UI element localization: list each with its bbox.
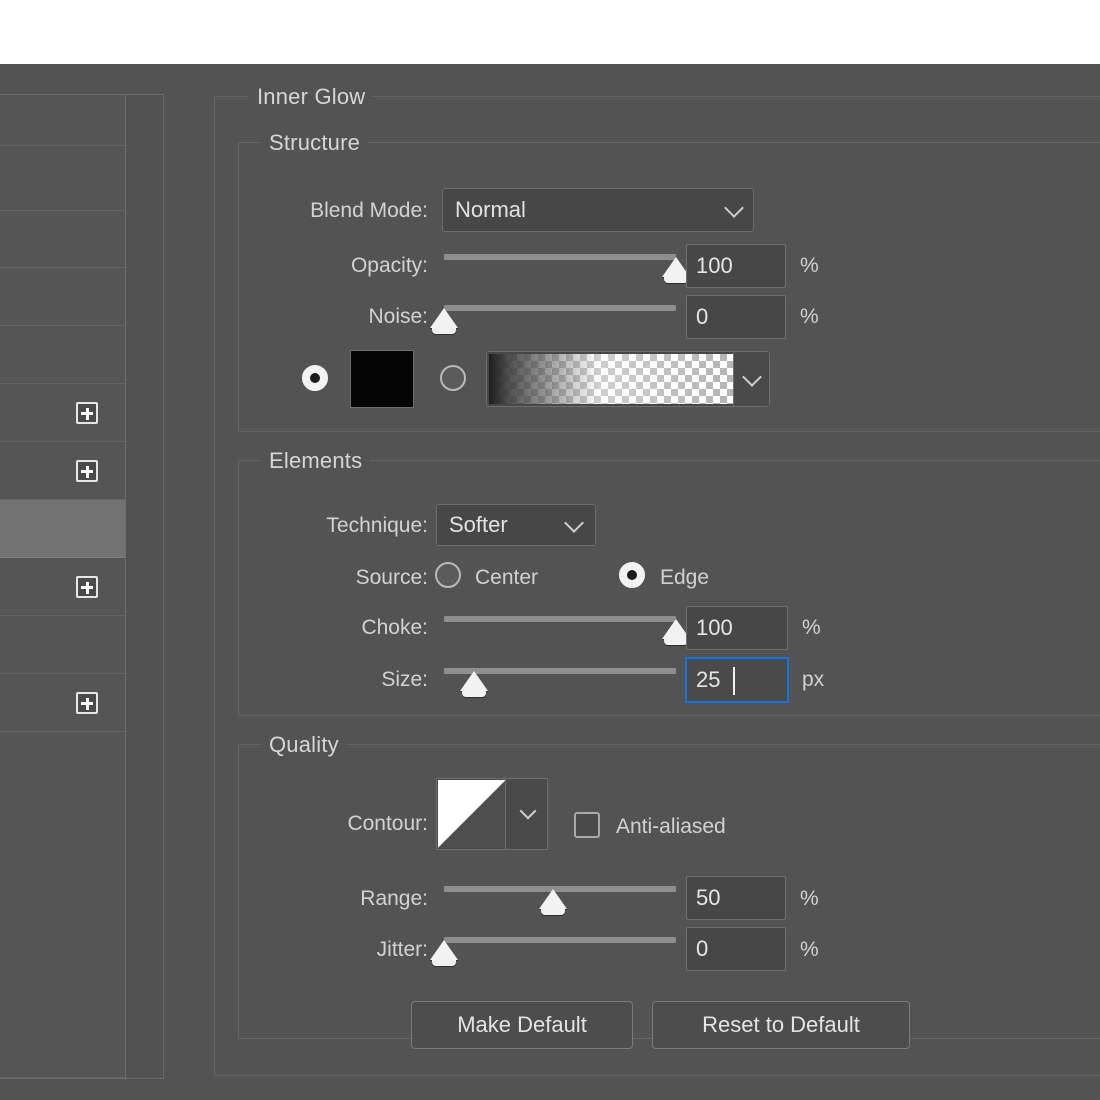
opacity-slider[interactable]: [444, 254, 676, 280]
range-value: 50: [696, 887, 720, 909]
opacity-unit: %: [800, 255, 819, 276]
styles-list-item[interactable]: [0, 211, 126, 268]
chevron-down-icon: [520, 803, 537, 820]
styles-list-item[interactable]: [0, 268, 126, 326]
add-effect-plus-icon[interactable]: [76, 692, 98, 714]
source-label: Source:: [216, 567, 428, 588]
gradient-picker[interactable]: [486, 351, 770, 407]
noise-slider[interactable]: [444, 305, 676, 331]
blend-mode-label: Blend Mode:: [216, 200, 428, 221]
styles-list-item[interactable]: [0, 674, 126, 732]
add-effect-plus-icon[interactable]: [76, 576, 98, 598]
chevron-down-icon: [564, 513, 584, 533]
styles-list-panel: [0, 94, 164, 1079]
add-effect-plus-icon[interactable]: [76, 402, 98, 424]
effect-settings-content: Inner Glow Structure Blend Mode: Normal …: [186, 64, 1100, 1100]
glow-color-swatch[interactable]: [350, 350, 414, 408]
size-label: Size:: [216, 669, 428, 690]
styles-list-scroll-area[interactable]: [126, 95, 163, 1078]
styles-list-item[interactable]: [0, 500, 126, 558]
size-field[interactable]: 25: [685, 657, 789, 703]
technique-label: Technique:: [216, 515, 428, 536]
opacity-field[interactable]: 100: [686, 244, 786, 288]
choke-field[interactable]: 100: [686, 606, 788, 650]
size-unit: px: [802, 669, 824, 690]
styles-list-item[interactable]: [0, 326, 126, 384]
chevron-down-icon: [724, 198, 744, 218]
opacity-label: Opacity:: [216, 255, 428, 276]
technique-dropdown[interactable]: Softer: [436, 504, 596, 546]
gradient-preview: [489, 354, 733, 404]
jitter-value: 0: [696, 938, 708, 960]
opacity-value: 100: [696, 255, 733, 277]
structure-title: Structure: [261, 132, 368, 154]
styles-list-item[interactable]: [0, 146, 126, 211]
chevron-down-icon: [742, 367, 762, 387]
jitter-label: Jitter:: [216, 939, 428, 960]
fill-type-color-radio[interactable]: [302, 365, 328, 391]
jitter-slider-thumb[interactable]: [430, 940, 458, 960]
styles-list-item[interactable]: [0, 558, 126, 616]
jitter-slider[interactable]: [444, 937, 676, 963]
noise-unit: %: [800, 306, 819, 327]
styles-list[interactable]: [0, 95, 126, 1078]
anti-aliased-checkbox[interactable]: [574, 812, 600, 838]
dialog-body: Inner Glow Structure Blend Mode: Normal …: [0, 64, 1100, 1100]
styles-list-item[interactable]: [0, 95, 126, 146]
styles-list-item[interactable]: [0, 616, 126, 674]
size-slider[interactable]: [444, 668, 676, 694]
source-edge-label: Edge: [660, 567, 709, 588]
noise-slider-track: [444, 305, 676, 311]
range-slider[interactable]: [444, 886, 676, 912]
contour-preview: [438, 780, 506, 848]
contour-picker[interactable]: [436, 778, 548, 850]
anti-aliased-label: Anti-aliased: [616, 816, 726, 837]
quality-title: Quality: [261, 734, 347, 756]
jitter-unit: %: [800, 939, 819, 960]
range-slider-thumb[interactable]: [539, 889, 567, 909]
styles-list-item[interactable]: [0, 732, 126, 1078]
window-top-band: [0, 0, 1100, 64]
noise-label: Noise:: [216, 306, 428, 327]
opacity-slider-track: [444, 254, 676, 260]
jitter-field[interactable]: 0: [686, 927, 786, 971]
size-value: 25: [696, 669, 720, 691]
elements-title: Elements: [261, 450, 370, 472]
source-center-label: Center: [475, 567, 538, 588]
styles-list-item[interactable]: [0, 384, 126, 442]
range-label: Range:: [216, 888, 428, 909]
source-edge-radio[interactable]: [619, 562, 645, 588]
noise-field[interactable]: 0: [686, 295, 786, 339]
styles-list-item[interactable]: [0, 442, 126, 500]
photoshop-layer-style-dialog: Inner Glow Structure Blend Mode: Normal …: [0, 0, 1100, 1100]
blend-mode-dropdown[interactable]: Normal: [442, 188, 754, 232]
inner-glow-title: Inner Glow: [249, 86, 373, 108]
technique-value: Softer: [449, 514, 508, 536]
choke-slider[interactable]: [444, 616, 676, 642]
reset-to-default-button[interactable]: Reset to Default: [652, 1001, 910, 1049]
source-center-radio[interactable]: [435, 562, 461, 588]
noise-slider-thumb[interactable]: [430, 308, 458, 328]
range-field[interactable]: 50: [686, 876, 786, 920]
contour-label: Contour:: [216, 813, 428, 834]
choke-value: 100: [696, 617, 733, 639]
choke-label: Choke:: [216, 617, 428, 638]
jitter-slider-track: [444, 937, 676, 943]
choke-slider-track: [444, 616, 676, 622]
gradient-dropdown-button[interactable]: [733, 352, 769, 406]
contour-dropdown-button[interactable]: [505, 779, 547, 849]
add-effect-plus-icon[interactable]: [76, 460, 98, 482]
make-default-button[interactable]: Make Default: [411, 1001, 633, 1049]
noise-value: 0: [696, 306, 708, 328]
choke-unit: %: [802, 617, 821, 638]
text-caret: [733, 667, 735, 695]
size-slider-thumb[interactable]: [460, 671, 488, 691]
range-unit: %: [800, 888, 819, 909]
fill-type-gradient-radio[interactable]: [440, 365, 466, 391]
blend-mode-value: Normal: [455, 199, 526, 221]
